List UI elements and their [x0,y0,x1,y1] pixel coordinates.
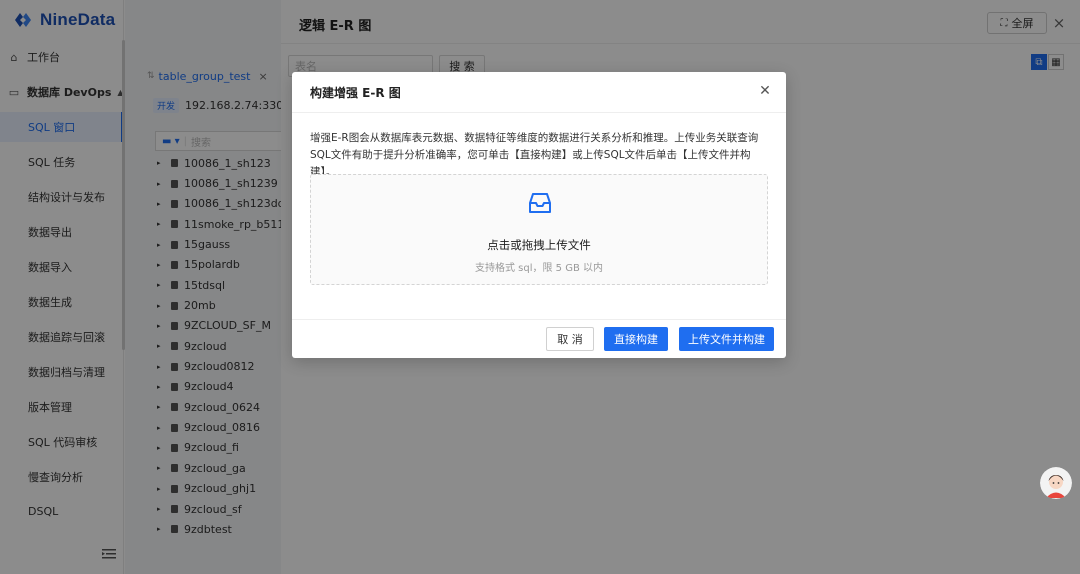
modal-footer-divider [292,319,786,320]
upload-dropzone[interactable]: 点击或拖拽上传文件 支持格式 sql，限 5 GB 以内 [310,174,768,285]
cancel-button[interactable]: 取 消 [546,327,594,351]
assistant-avatar[interactable] [1040,467,1072,499]
modal-close-icon[interactable]: ✕ [756,82,774,100]
inbox-icon [529,193,551,213]
build-er-modal: 构建增强 E-R 图 ✕ 增强E-R图会从数据库表元数据、数据特征等维度的数据进… [292,72,786,358]
upload-hint-text: 支持格式 sql，限 5 GB 以内 [474,263,604,274]
upload-and-build-button[interactable]: 上传文件并构建 [679,327,774,351]
modal-header-divider [292,112,786,113]
upload-main-text: 点击或拖拽上传文件 [487,238,591,252]
modal-title: 构建增强 E-R 图 [310,86,401,100]
direct-build-button[interactable]: 直接构建 [604,327,668,351]
